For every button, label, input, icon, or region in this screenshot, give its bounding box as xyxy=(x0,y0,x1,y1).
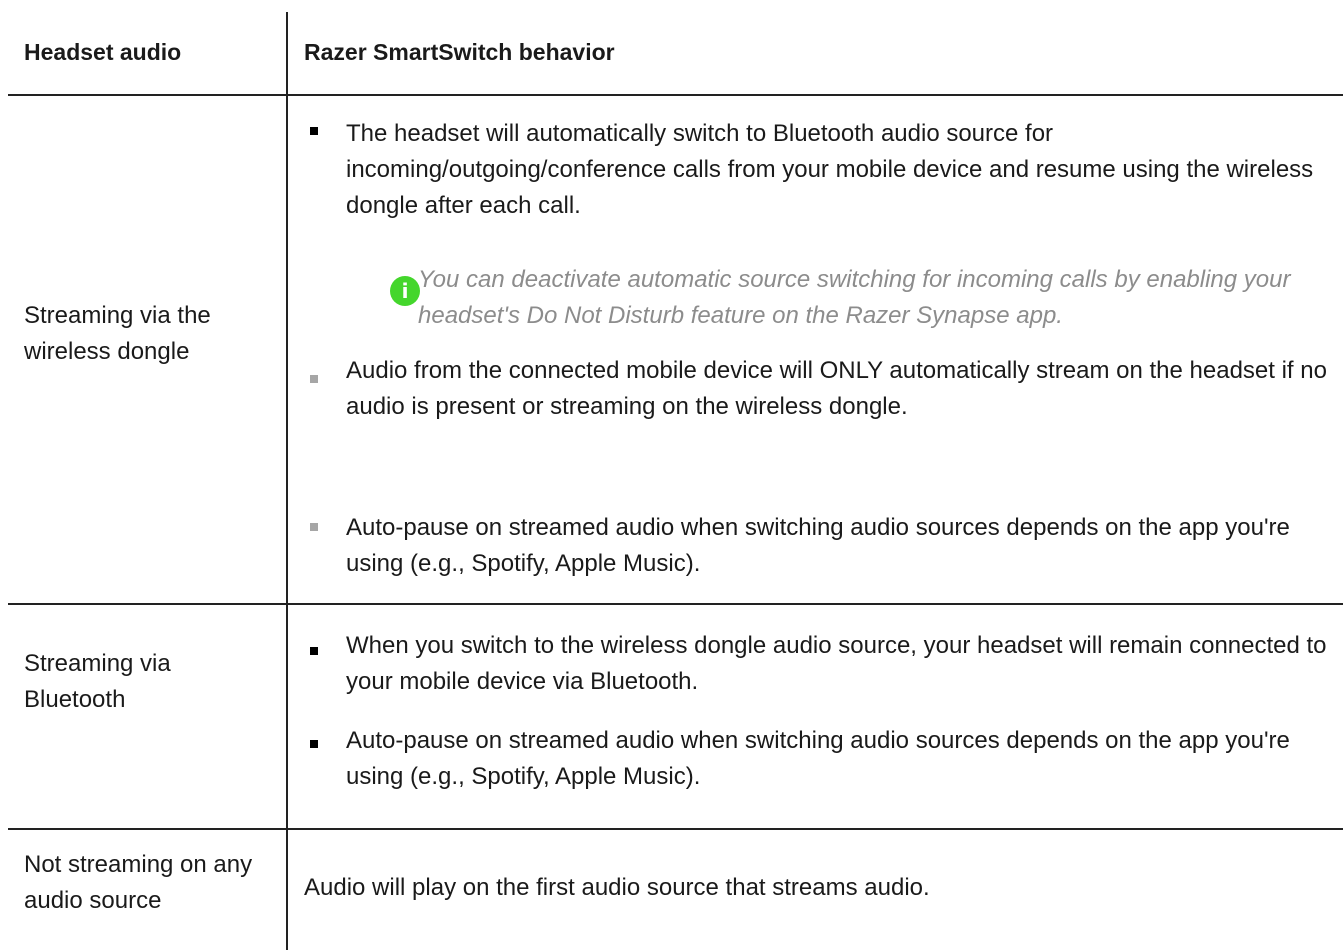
bullet-text: The headset will automatically switch to… xyxy=(346,120,1314,219)
row-mode-label: Streaming via the wireless dongle xyxy=(24,302,211,365)
bullet-text: Audio from the connected mobile device w… xyxy=(346,357,1327,420)
smartswitch-table: Headset audio Razer SmartSwitch behavior… xyxy=(0,0,1343,950)
behavior-text: Audio will play on the first audio sourc… xyxy=(304,874,930,901)
row-mode-label: Streaming via Bluetooth xyxy=(24,650,171,713)
note-text: You can deactivate automatic source swit… xyxy=(418,266,1291,329)
bullet-marker xyxy=(310,523,318,531)
header-headset-audio: Headset audio xyxy=(24,39,182,65)
bullet-marker xyxy=(310,375,318,383)
header-divider xyxy=(8,94,1343,96)
row-divider xyxy=(8,603,1343,605)
bullet-marker xyxy=(310,127,318,135)
bullet-marker xyxy=(310,647,318,655)
row-mode-label: Not streaming on any audio source xyxy=(24,851,253,914)
bullet-text: Auto-pause on streamed audio when switch… xyxy=(346,514,1290,577)
column-divider xyxy=(286,12,288,950)
bullet-marker xyxy=(310,740,318,748)
bullet-text: Auto-pause on streamed audio when switch… xyxy=(346,727,1290,790)
header-smartswitch-behavior: Razer SmartSwitch behavior xyxy=(304,39,615,65)
bullet-text: When you switch to the wireless dongle a… xyxy=(346,632,1327,695)
row-divider xyxy=(8,828,1343,830)
info-icon: i xyxy=(390,276,420,306)
